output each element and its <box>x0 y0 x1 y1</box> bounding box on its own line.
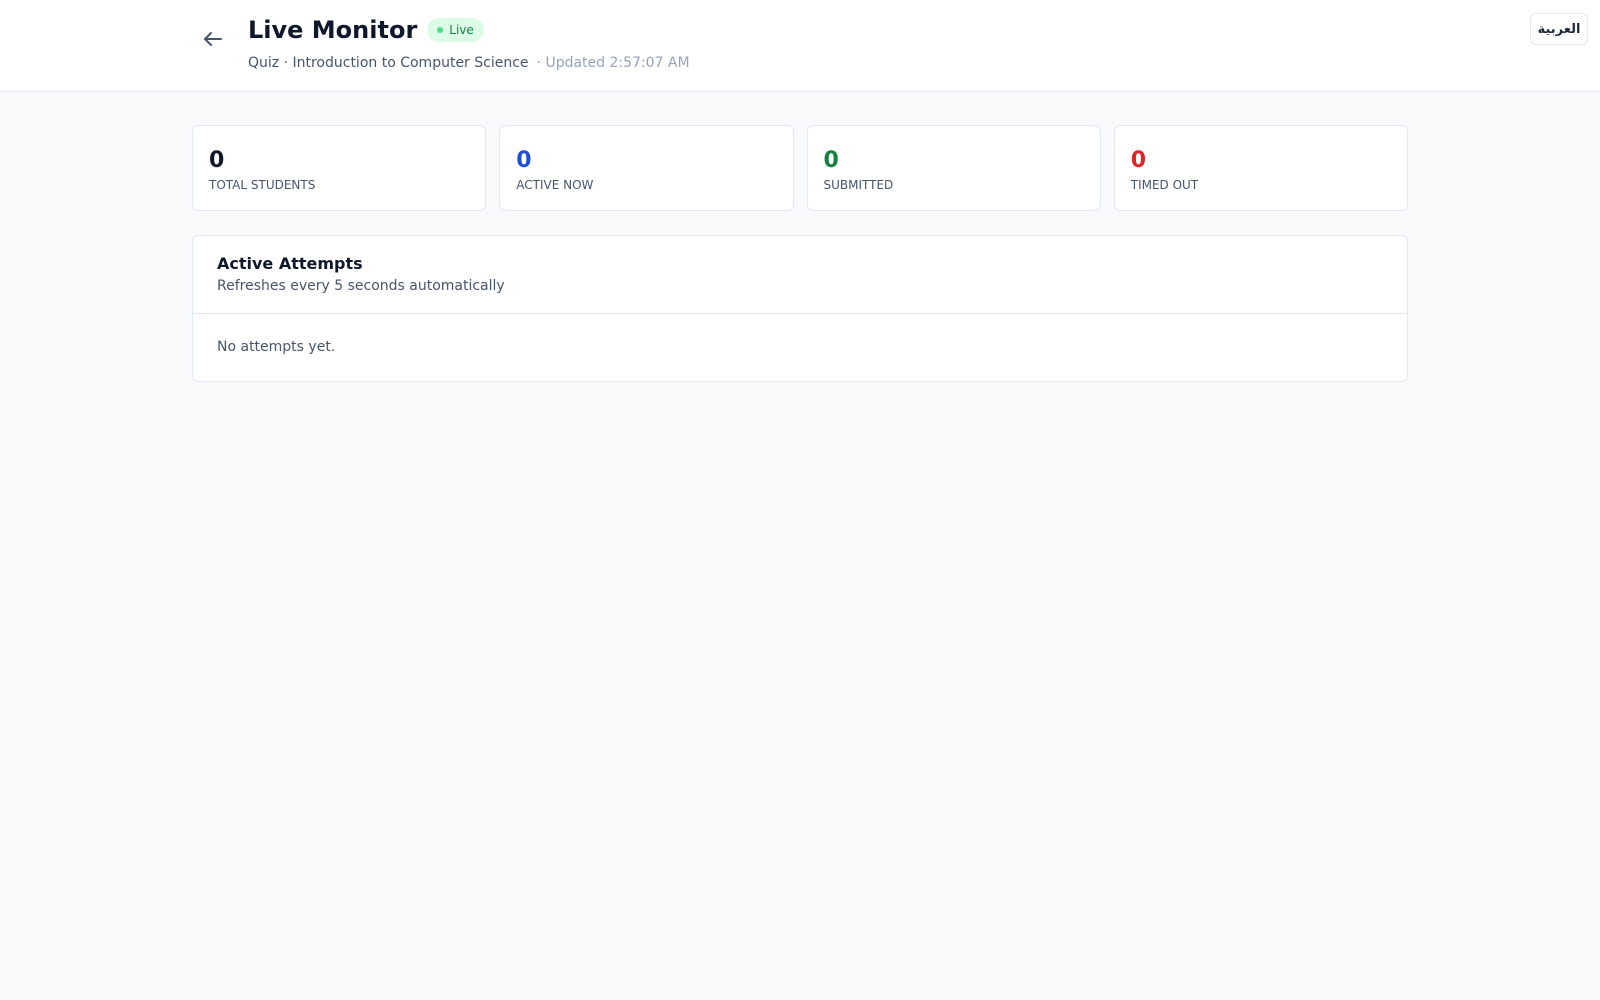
live-badge: Live <box>427 18 484 42</box>
stat-value: 0 <box>1130 148 1147 173</box>
updated-timestamp: · Updated 2:57:07 AM <box>536 55 690 71</box>
stat-label: TOTAL STUDENTS <box>209 178 316 192</box>
empty-state-message: No attempts yet. <box>217 339 336 355</box>
active-attempts-panel: Active Attempts Refreshes every 5 second… <box>192 235 1408 382</box>
back-button[interactable] <box>196 22 230 56</box>
page-header: Live Monitor Live Quiz · Introduction to… <box>0 0 1600 92</box>
stat-value: 0 <box>516 148 532 173</box>
title-row: Live Monitor Live <box>248 16 484 44</box>
stat-card-timed-out: 0 TIMED OUT <box>1113 125 1408 211</box>
quiz-subtitle: Quiz · Introduction to Computer Science <box>248 55 529 71</box>
active-attempts-title: Active Attempts <box>217 254 363 273</box>
arrow-left-icon <box>201 27 225 51</box>
stat-value: 0 <box>823 148 839 173</box>
stat-card-active-now: 0 ACTIVE NOW <box>499 125 794 211</box>
live-dot-icon <box>437 27 444 33</box>
active-attempts-subtitle: Refreshes every 5 seconds automatically <box>217 278 505 294</box>
page-title: Live Monitor <box>248 16 418 44</box>
subtitle-row: Quiz · Introduction to Computer Science … <box>248 55 690 71</box>
language-toggle-button[interactable]: العربية <box>1530 13 1588 45</box>
stat-label: ACTIVE NOW <box>516 178 594 192</box>
active-attempts-header: Active Attempts Refreshes every 5 second… <box>193 236 1407 314</box>
stat-label: TIMED OUT <box>1130 178 1199 192</box>
stat-card-submitted: 0 SUBMITTED <box>806 125 1101 211</box>
stat-value: 0 <box>209 148 225 173</box>
live-badge-label: Live <box>449 23 474 37</box>
stats-row: 0 TOTAL STUDENTS 0 ACTIVE NOW 0 SUBMITTE… <box>192 125 1408 211</box>
stat-label: SUBMITTED <box>823 178 894 192</box>
stat-card-total-students: 0 TOTAL STUDENTS <box>192 125 487 211</box>
